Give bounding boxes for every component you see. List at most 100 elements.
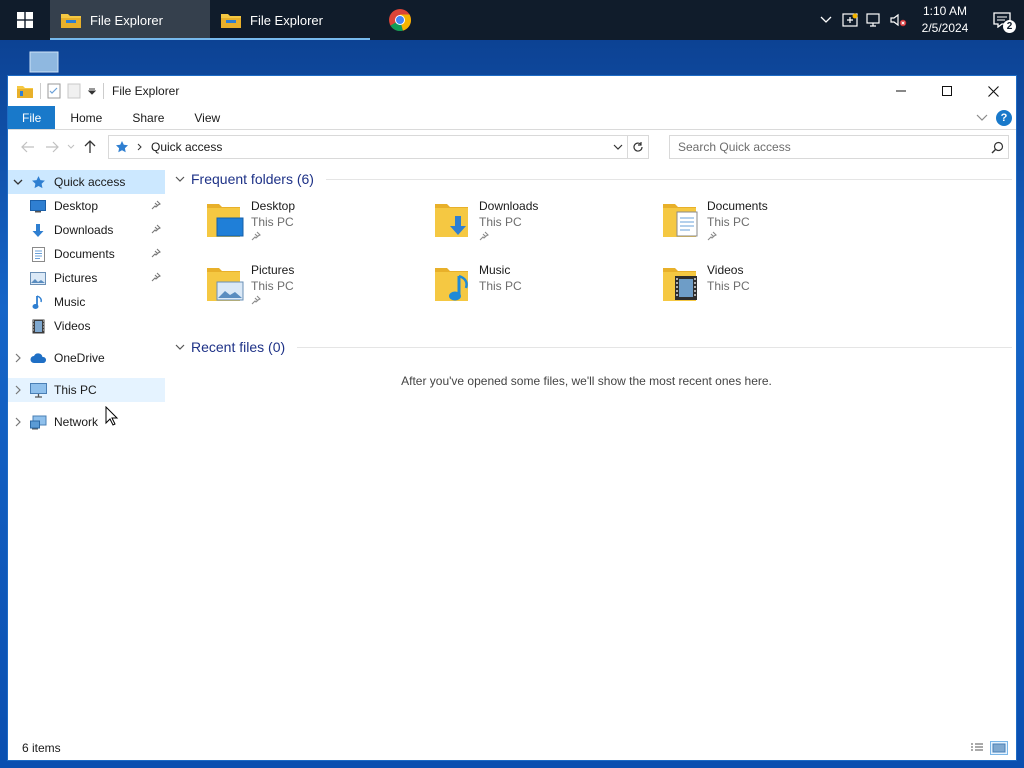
content-pane: Frequent folders (6) Desktop This PC Dow… [165, 164, 1016, 726]
cloud-icon [28, 352, 48, 364]
desktop-computer-icon[interactable] [28, 50, 60, 74]
details-view-button[interactable] [968, 741, 986, 755]
close-button[interactable] [970, 76, 1016, 106]
security-icon[interactable] [838, 0, 862, 40]
recent-locations-button[interactable] [64, 135, 78, 159]
sidebar-item-onedrive[interactable]: OneDrive [8, 346, 165, 370]
status-bar: 6 items [8, 736, 1016, 760]
sidebar-item-music[interactable]: Music [8, 290, 165, 314]
folder-location: This PC [251, 279, 294, 293]
sidebar-item-this-pc[interactable]: This PC [8, 378, 165, 402]
tab-file[interactable]: File [8, 106, 56, 129]
taskbar-file-explorer-2[interactable]: File Explorer [210, 0, 370, 40]
clock-time: 1:10 AM [922, 4, 968, 18]
taskbar-chrome[interactable] [370, 0, 430, 40]
folder-desktop[interactable]: Desktop This PC [205, 196, 433, 260]
up-arrow-icon [84, 140, 96, 153]
sidebar-item-label: Quick access [54, 175, 126, 189]
sidebar-item-pictures[interactable]: Pictures [8, 266, 165, 290]
search-box[interactable] [669, 135, 1009, 159]
address-history-button[interactable] [609, 136, 627, 158]
address-bar[interactable]: Quick access [108, 135, 628, 159]
minimize-button[interactable] [878, 76, 924, 106]
collapsed-chevron-icon[interactable] [8, 385, 28, 395]
taskbar: File Explorer File Explorer 1:10 AM 2/5/… [0, 0, 1024, 40]
maximize-icon [942, 86, 952, 96]
pin-icon [251, 231, 261, 241]
minimize-icon [896, 90, 906, 92]
tiles-view-button[interactable] [990, 741, 1008, 755]
folder-icon [221, 14, 241, 28]
sidebar-item-label: OneDrive [54, 351, 105, 365]
up-button[interactable] [78, 135, 102, 159]
clock[interactable]: 1:10 AM 2/5/2024 [910, 3, 980, 37]
folder-documents[interactable]: Documents This PC [661, 196, 889, 260]
folder-music[interactable]: Music This PC [433, 260, 661, 324]
pin-icon [479, 231, 489, 241]
search-input[interactable] [678, 140, 986, 154]
forward-button[interactable] [40, 135, 64, 159]
volume-muted-icon[interactable] [886, 0, 910, 40]
sidebar-item-videos[interactable]: Videos [8, 314, 165, 338]
recent-files-header[interactable]: Recent files (0) [175, 334, 1016, 360]
taskbar-file-explorer-1[interactable]: File Explorer [50, 0, 210, 40]
pin-icon[interactable] [151, 200, 161, 210]
tab-share[interactable]: Share [117, 106, 179, 129]
folder-downloads[interactable]: Downloads This PC [433, 196, 661, 260]
sidebar-item-label: Documents [54, 247, 115, 261]
search-icon[interactable] [986, 141, 1008, 154]
collapsed-chevron-icon[interactable] [8, 417, 28, 427]
sidebar-item-label: Music [54, 295, 86, 309]
pin-icon[interactable] [151, 248, 161, 258]
collapse-chevron-icon[interactable] [175, 176, 185, 182]
computer-icon [28, 382, 48, 398]
title-bar[interactable]: File Explorer [8, 76, 1016, 106]
action-center-button[interactable]: 2 [980, 0, 1024, 40]
explorer-body: Quick access Desktop Downloads Documents… [8, 164, 1016, 726]
sidebar-item-quick-access[interactable]: Quick access [8, 170, 165, 194]
tab-home[interactable]: Home [55, 106, 117, 129]
folder-videos[interactable]: Videos This PC [661, 260, 889, 324]
ribbon-tabs: File Home Share View ? [8, 106, 1016, 130]
sidebar-item-label: Network [54, 415, 99, 429]
collapsed-chevron-icon[interactable] [8, 353, 28, 363]
chevron-up-icon[interactable] [814, 0, 838, 40]
system-tray: 1:10 AM 2/5/2024 2 [814, 0, 1024, 40]
recent-files-title: Recent files (0) [191, 339, 286, 355]
help-button[interactable]: ? [996, 109, 1012, 126]
window-controls [878, 76, 1016, 106]
sidebar-item-downloads[interactable]: Downloads [8, 218, 165, 242]
customize-dropdown-icon[interactable] [87, 86, 97, 96]
taskbar-button-label: File Explorer [250, 12, 323, 28]
tab-view[interactable]: View [179, 106, 235, 129]
properties-icon[interactable] [47, 83, 61, 99]
frequent-folders-header[interactable]: Frequent folders (6) [175, 166, 1016, 192]
expand-ribbon-icon[interactable] [976, 114, 988, 122]
folder-location: This PC [479, 215, 522, 229]
forward-arrow-icon [46, 141, 59, 153]
tiles-view-icon [992, 743, 1006, 753]
start-button[interactable] [0, 0, 50, 40]
sidebar-item-network[interactable]: Network [8, 410, 165, 434]
network-status-icon[interactable] [862, 0, 886, 40]
folder-location: This PC [707, 215, 750, 229]
collapse-chevron-icon[interactable] [175, 344, 185, 350]
desktop-icon [28, 199, 48, 213]
close-icon [987, 85, 999, 97]
sidebar-item-documents[interactable]: Documents [8, 242, 165, 266]
item-count: 6 items [22, 741, 61, 755]
sidebar-item-desktop[interactable]: Desktop [8, 194, 165, 218]
back-button[interactable] [16, 135, 40, 159]
pin-icon[interactable] [151, 224, 161, 234]
breadcrumb-chevron-icon[interactable] [137, 143, 143, 151]
address-current[interactable]: Quick access [151, 140, 222, 154]
documents-folder-icon [663, 204, 698, 237]
new-folder-icon[interactable] [67, 83, 81, 99]
expanded-chevron-icon[interactable] [8, 179, 28, 185]
sidebar-item-label: This PC [54, 383, 97, 397]
maximize-button[interactable] [924, 76, 970, 106]
refresh-button[interactable] [627, 135, 649, 159]
folder-pictures[interactable]: Pictures This PC [205, 260, 433, 324]
ribbon-right: ? [976, 106, 1016, 129]
pin-icon[interactable] [151, 272, 161, 282]
